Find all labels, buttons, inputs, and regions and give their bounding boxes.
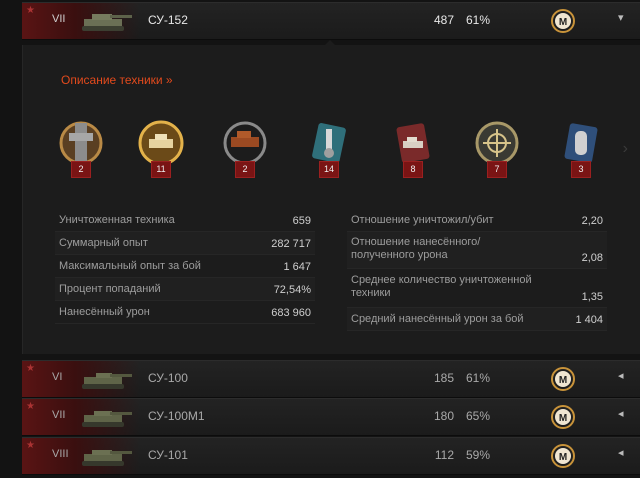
mastery-badge-icon: M <box>551 405 575 429</box>
vehicle-name: СУ-101 <box>148 448 188 462</box>
medal-5[interactable]: 7 <box>471 117 523 181</box>
stat-label: Среднее количество уничтоженной техники <box>351 274 532 299</box>
medal-1[interactable]: 11 <box>135 117 187 181</box>
battles-count: 185 <box>433 371 454 385</box>
vehicle-row-su100m1[interactable]: ★ VII СУ-100М1 180 65% M ◂ <box>22 398 640 436</box>
vehicle-name: СУ-100М1 <box>148 409 205 423</box>
battles-count: 487 <box>433 13 454 27</box>
tier-label: VII <box>52 13 66 25</box>
vehicle-row-su101[interactable]: ★ VIII СУ-101 112 59% M ◂ <box>22 437 640 475</box>
tier-label: VI <box>52 371 63 383</box>
tank-icon <box>82 14 132 31</box>
stat-row: Суммарный опыт 282 717 <box>55 232 315 255</box>
mastery-badge-icon: M <box>551 444 575 468</box>
vehicle-row-su100[interactable]: ★ VI СУ-100 185 61% M ◂ <box>22 360 640 398</box>
win-rate: 59% <box>466 448 491 462</box>
stat-value: 659 <box>292 215 311 227</box>
tier-label: VIII <box>52 448 69 460</box>
stat-value: 72,54% <box>273 284 311 296</box>
stat-row: Нанесённый урон 683 960 <box>55 301 315 324</box>
medal-count: 14 <box>319 161 339 178</box>
stat-value: 1 647 <box>283 261 311 273</box>
mastery-badge-icon: M <box>551 367 575 391</box>
star-icon: ★ <box>26 401 35 412</box>
tank-icon <box>82 450 132 466</box>
stat-label: Отношение уничтожил/убит <box>351 214 494 226</box>
stat-value: 2,08 <box>581 252 603 264</box>
vehicle-description-link[interactable]: Описание техники » <box>61 73 173 87</box>
stat-value: 1,35 <box>581 291 603 303</box>
medal-6[interactable]: 3 <box>555 117 607 181</box>
expand-arrow-icon[interactable]: ◂ <box>618 407 624 420</box>
medal-count: 7 <box>487 161 507 178</box>
medal-count: 11 <box>151 161 171 178</box>
tank-icon <box>82 373 132 389</box>
collapse-arrow-icon[interactable]: ▾ <box>618 11 624 24</box>
stat-row: Средний нанесённый урон за бой 1 404 <box>347 308 607 331</box>
stat-row: Отношение уничтожил/убит 2,20 <box>347 209 607 232</box>
stat-value: 282 717 <box>271 238 311 250</box>
win-rate: 61% <box>466 371 491 385</box>
svg-text:M: M <box>559 452 567 463</box>
medal-count: 2 <box>235 161 255 178</box>
medal-0[interactable]: 2 <box>55 117 107 181</box>
stat-label: Максимальный опыт за бой <box>59 260 201 272</box>
svg-text:M: M <box>559 17 567 28</box>
vehicle-row-su152[interactable]: ★ VII СУ-152 487 61% M ▾ <box>22 2 640 40</box>
expand-arrow-icon[interactable]: ◂ <box>618 446 624 459</box>
medal-count: 8 <box>403 161 423 178</box>
battles-count: 180 <box>433 409 454 423</box>
expand-arrow-icon[interactable]: ◂ <box>618 369 624 382</box>
svg-text:M: M <box>559 413 567 424</box>
stat-value: 683 960 <box>271 307 311 319</box>
stat-label: Уничтоженная техника <box>59 214 175 226</box>
stat-value: 2,20 <box>581 215 603 227</box>
stat-row: Уничтоженная техника 659 <box>55 209 315 232</box>
stats-left: Уничтоженная техника 659 Суммарный опыт … <box>55 209 315 324</box>
mastery-badge-icon: M <box>551 9 575 33</box>
medal-4[interactable]: 8 <box>387 117 439 181</box>
stats-right: Отношение уничтожил/убит 2,20 Отношение … <box>347 209 607 331</box>
battles-count: 112 <box>434 448 454 462</box>
stat-row: Отношение нанесённого/полученного урона … <box>347 232 607 269</box>
medals-strip: 2 11 2 14 8 7 3 <box>49 117 619 187</box>
stat-value: 1 404 <box>575 314 603 326</box>
vehicle-details-panel: Описание техники » 2 11 2 14 8 7 3 › Уни… <box>22 45 640 354</box>
medal-3[interactable]: 14 <box>303 117 355 181</box>
vehicle-name: СУ-100 <box>148 371 188 385</box>
stat-row: Среднее количество уничтоженной техники … <box>347 269 607 308</box>
win-rate: 65% <box>466 409 491 423</box>
stat-label: Средний нанесённый урон за бой <box>351 313 524 325</box>
star-icon: ★ <box>26 5 35 16</box>
stat-label: Отношение нанесённого/полученного урона <box>351 236 481 261</box>
tier-label: VII <box>52 409 66 421</box>
stat-row: Максимальный опыт за бой 1 647 <box>55 255 315 278</box>
medal-2[interactable]: 2 <box>219 117 271 181</box>
tank-icon <box>82 411 132 427</box>
chevron-right-icon[interactable]: › <box>623 140 628 158</box>
medal-count: 3 <box>571 161 591 178</box>
vehicle-name: СУ-152 <box>148 13 188 27</box>
svg-text:M: M <box>559 375 567 386</box>
star-icon: ★ <box>26 440 35 451</box>
stat-row: Процент попаданий 72,54% <box>55 278 315 301</box>
medal-count: 2 <box>71 161 91 178</box>
star-icon: ★ <box>26 363 35 374</box>
win-rate: 61% <box>466 13 491 27</box>
